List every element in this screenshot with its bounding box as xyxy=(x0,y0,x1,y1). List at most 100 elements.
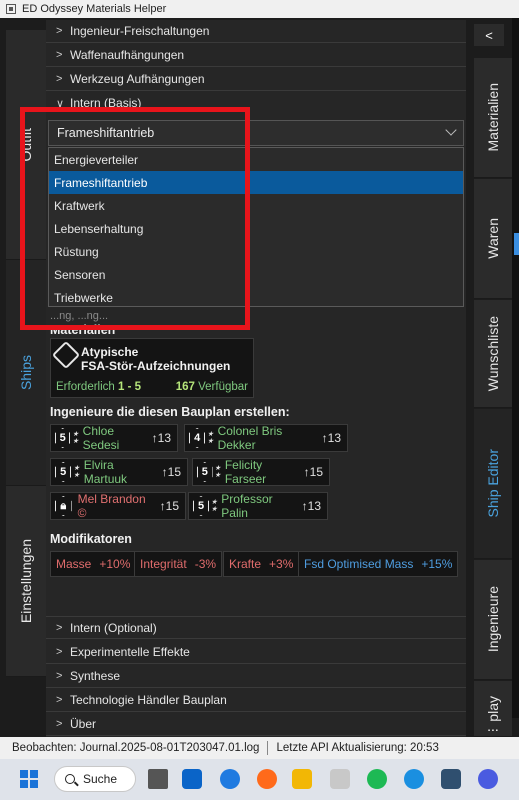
tab-materials[interactable]: Materialien xyxy=(474,58,512,178)
chevron-right-icon: > xyxy=(56,621,63,634)
right-edge-strip xyxy=(512,18,519,718)
accordion-label: Synthese xyxy=(70,669,121,683)
modifier-value: +10% xyxy=(99,557,131,571)
accordion-experimental-effects[interactable]: > Experimentelle Effekte xyxy=(46,641,466,664)
material-required: Erforderlich 1 - 5 xyxy=(56,381,141,393)
outlook-icon[interactable] xyxy=(182,769,202,789)
engineer-chip[interactable]: 🔒︎ Mel Brandon © ↑15 xyxy=(50,492,186,520)
spotify-icon[interactable] xyxy=(367,769,387,789)
tab-ships-label: Ships xyxy=(18,354,34,391)
tab-engineers[interactable]: Ingenieure xyxy=(474,560,512,680)
modifier-label: Masse xyxy=(56,557,92,571)
title-bar: ED Odyssey Materials Helper xyxy=(0,0,519,18)
modifier-badge: Integrität -3% xyxy=(134,551,223,577)
modifier-badge: Fsd Optimised Mass +15% xyxy=(298,551,459,577)
chevron-right-icon: > xyxy=(56,25,63,37)
engineer-name: Felicity Farseer xyxy=(224,458,267,486)
tab-wishlist[interactable]: Wunschliste xyxy=(474,300,512,408)
tab-goods[interactable]: Waren xyxy=(474,179,512,299)
modifier-label: Integrität xyxy=(140,557,187,571)
material-name-line1: Atypische xyxy=(81,345,139,359)
chevron-down-icon[interactable] xyxy=(445,124,457,136)
material-icon xyxy=(51,340,81,370)
engineer-chip[interactable]: 5 ★ ★ Elvira Martuuk ↑15 xyxy=(50,458,188,486)
engineer-name-locked: Mel Brandon © xyxy=(77,492,146,520)
chevron-right-icon: > xyxy=(56,670,63,682)
task-view-icon[interactable] xyxy=(148,769,168,789)
collapse-button[interactable]: < xyxy=(474,24,504,46)
more-options-icon[interactable]: ... xyxy=(474,719,512,737)
star-icon: ★ ★ xyxy=(207,431,214,445)
accordion-tech-broker[interactable]: > Technologie Händler Bauplan xyxy=(46,689,466,712)
tab-ship-editor[interactable]: Ship Editor xyxy=(474,409,512,559)
modifier-label: Krafte xyxy=(229,557,262,571)
tab-wishlist-label: Wunschliste xyxy=(485,315,501,392)
accordion-engineer-unlocks[interactable]: > Ingenieur-Freischaltungen xyxy=(46,20,466,43)
chevron-right-icon: > xyxy=(56,49,63,61)
tab-engineers-label: Ingenieure xyxy=(485,586,501,653)
engineer-chip[interactable]: 5 ★ ★ Professor Palin ↑13 xyxy=(188,492,328,520)
status-last-api: Letzte API Aktualisierung: 20:53 xyxy=(276,742,439,754)
tab-settings[interactable]: Einstellungen xyxy=(6,486,46,677)
engineer-distance: ↑13 xyxy=(151,431,171,445)
material-name-line2: FSA-Stör-Aufzeichnungen xyxy=(81,359,231,373)
modifier-badge: Krafte +3% xyxy=(223,551,300,577)
engineer-distance: ↑15 xyxy=(303,465,323,479)
material-available: 167 Verfügbar xyxy=(176,381,248,393)
star-icon: ★ ★ xyxy=(73,465,80,479)
tab-materials-label: Materialien xyxy=(485,83,501,152)
taskbar-search-label: Suche xyxy=(83,772,118,786)
accordion-about[interactable]: > Über xyxy=(46,713,466,736)
engineer-name: Chloe Sedesi xyxy=(82,424,120,452)
chevron-right-icon: > xyxy=(56,646,63,658)
right-tab-bar: Materialien Waren Wunschliste Ship Edito… xyxy=(474,54,512,737)
grade-hexagon-icon: 5 xyxy=(55,462,71,482)
chevron-right-icon: > xyxy=(56,718,63,730)
modifier-value: -3% xyxy=(194,557,217,571)
snipping-tool-icon[interactable] xyxy=(330,769,350,789)
accordion-label: Werkzeug Aufhängungen xyxy=(70,72,205,86)
engineer-distance: ↑13 xyxy=(321,431,341,445)
material-card[interactable]: Atypische FSA-Stör-Aufzeichnungen Erford… xyxy=(50,338,254,398)
tab-ship-editor-label: Ship Editor xyxy=(485,449,501,518)
accordion-utility-mounts[interactable]: > Werkzeug Aufhängungen xyxy=(46,68,466,91)
taskbar: Suche xyxy=(0,759,519,800)
app-icon[interactable] xyxy=(441,769,461,789)
accordion-weapon-mounts[interactable]: > Waffenaufhängungen xyxy=(46,44,466,67)
status-watching: Beobachten: Journal.2025-08-01T203047.01… xyxy=(12,742,260,754)
engineers-title: Ingenieure die diesen Bauplan erstellen: xyxy=(50,405,290,419)
accordion-synthesis[interactable]: > Synthese xyxy=(46,665,466,688)
lock-icon: 🔒︎ xyxy=(55,496,72,516)
grade-hexagon-icon: 4 xyxy=(189,428,205,448)
app-icon[interactable] xyxy=(478,769,498,789)
accordion-label: Ingenieur-Freischaltungen xyxy=(70,24,210,38)
accordion-label: Intern (Optional) xyxy=(70,620,157,635)
logitech-g-icon[interactable] xyxy=(404,769,424,789)
grade-hexagon-icon: 5 xyxy=(55,428,70,448)
modifiers-title: Modifikatoren xyxy=(50,532,132,546)
app-icon xyxy=(6,4,16,14)
accordion-label: Technologie Händler Bauplan xyxy=(70,693,227,707)
tab-goods-label: Waren xyxy=(485,218,501,259)
windows-start-icon[interactable] xyxy=(20,770,38,788)
chevron-right-icon: > xyxy=(56,694,63,706)
firefox-icon[interactable] xyxy=(257,769,277,789)
file-explorer-icon[interactable] xyxy=(292,769,312,789)
engineer-name: Elvira Martuuk xyxy=(83,458,128,486)
engineer-name: Professor Palin xyxy=(221,492,273,520)
modifier-badge: Masse +10% xyxy=(50,551,137,577)
accordion-optional-internal[interactable]: > Intern (Optional) xyxy=(46,616,466,639)
accordion-label: Über xyxy=(70,717,97,731)
required-value: 1 - 5 xyxy=(118,381,142,393)
engineer-chip[interactable]: 4 ★ ★ Colonel Bris Dekker ↑13 xyxy=(184,424,348,452)
engineer-name: Colonel Bris Dekker xyxy=(217,424,283,452)
engineer-chip[interactable]: 5 ★ ★ Felicity Farseer ↑15 xyxy=(192,458,330,486)
modifier-label: Fsd Optimised Mass xyxy=(304,557,414,571)
engineer-chip[interactable]: 5 ★ ★ Chloe Sedesi ↑13 xyxy=(50,424,178,452)
required-label: Erforderlich xyxy=(56,381,115,393)
chevron-right-icon: > xyxy=(56,73,63,85)
star-icon: ★ ★ xyxy=(214,465,221,479)
star-icon: ★ ★ xyxy=(72,431,79,445)
edge-browser-icon[interactable] xyxy=(220,769,240,789)
taskbar-search[interactable]: Suche xyxy=(54,766,136,792)
